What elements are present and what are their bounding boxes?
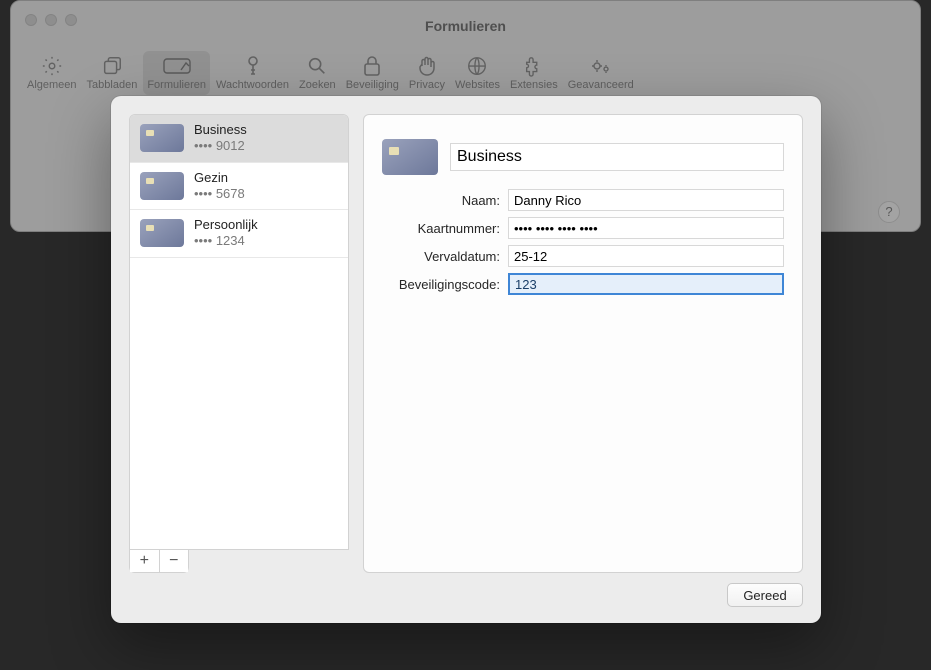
toolbar-item-forms[interactable]: Formulieren (143, 51, 210, 95)
card-name: Business (194, 122, 247, 138)
toolbar-item-privacy[interactable]: Privacy (405, 51, 449, 95)
window-controls (25, 14, 77, 26)
zoom-window-button[interactable] (65, 14, 77, 26)
tabs-icon (101, 55, 123, 77)
globe-icon (466, 55, 488, 77)
close-window-button[interactable] (25, 14, 37, 26)
toolbar-item-general[interactable]: Algemeen (23, 51, 81, 95)
lock-icon (362, 55, 382, 77)
toolbar-item-extensions[interactable]: Extensies (506, 51, 562, 95)
card-detail-panel: Naam: Kaartnummer: Vervaldatum: Beveilig… (363, 114, 803, 573)
help-button[interactable]: ? (878, 201, 900, 223)
card-list-item[interactable]: Business •••• 9012 (130, 115, 348, 163)
card-last-digits: •••• 5678 (194, 186, 245, 202)
add-card-button[interactable]: + (130, 550, 160, 572)
credit-card-icon (140, 172, 184, 200)
credit-card-icon (140, 219, 184, 247)
toolbar-item-security[interactable]: Beveiliging (342, 51, 403, 95)
credit-card-icon (140, 124, 184, 152)
card-last-digits: •••• 9012 (194, 138, 247, 154)
done-button[interactable]: Gereed (727, 583, 803, 607)
toolbar-item-passwords[interactable]: Wachtwoorden (212, 51, 293, 95)
gear-icon (41, 55, 63, 77)
titlebar: Formulieren (11, 1, 920, 51)
card-list-item[interactable]: Persoonlijk •••• 1234 (130, 210, 348, 258)
remove-card-button[interactable]: − (160, 550, 189, 572)
gears-icon (589, 55, 613, 77)
cardholder-name-input[interactable] (508, 189, 784, 211)
security-code-input[interactable] (508, 273, 784, 295)
minimize-window-button[interactable] (45, 14, 57, 26)
puzzle-icon (523, 55, 545, 77)
toolbar-item-search[interactable]: Zoeken (295, 51, 340, 95)
name-label: Naam: (382, 193, 500, 208)
credit-card-icon (382, 139, 438, 175)
autofill-icon (163, 55, 191, 77)
toolbar-item-advanced[interactable]: Geavanceerd (564, 51, 638, 95)
card-name: Persoonlijk (194, 217, 258, 233)
toolbar-item-websites[interactable]: Websites (451, 51, 504, 95)
add-remove-bar: + − (129, 550, 189, 573)
number-label: Kaartnummer: (382, 221, 500, 236)
card-description-input[interactable] (450, 143, 784, 171)
sheet-footer: Gereed (129, 573, 803, 607)
toolbar-item-tabs[interactable]: Tabbladen (83, 51, 142, 95)
window-title: Formulieren (11, 18, 920, 34)
search-icon (306, 55, 328, 77)
cards-sheet: Business •••• 9012 Gezin •••• 5678 Perso… (111, 96, 821, 623)
expiry-input[interactable] (508, 245, 784, 267)
key-icon (243, 55, 263, 77)
card-list-item[interactable]: Gezin •••• 5678 (130, 163, 348, 211)
securitycode-label: Beveiligingscode: (382, 277, 500, 292)
hand-icon (417, 55, 437, 77)
card-name: Gezin (194, 170, 245, 186)
card-number-input[interactable] (508, 217, 784, 239)
cards-sidebar: Business •••• 9012 Gezin •••• 5678 Perso… (129, 114, 349, 573)
card-last-digits: •••• 1234 (194, 233, 258, 249)
expiry-label: Vervaldatum: (382, 249, 500, 264)
cards-list: Business •••• 9012 Gezin •••• 5678 Perso… (129, 114, 349, 550)
